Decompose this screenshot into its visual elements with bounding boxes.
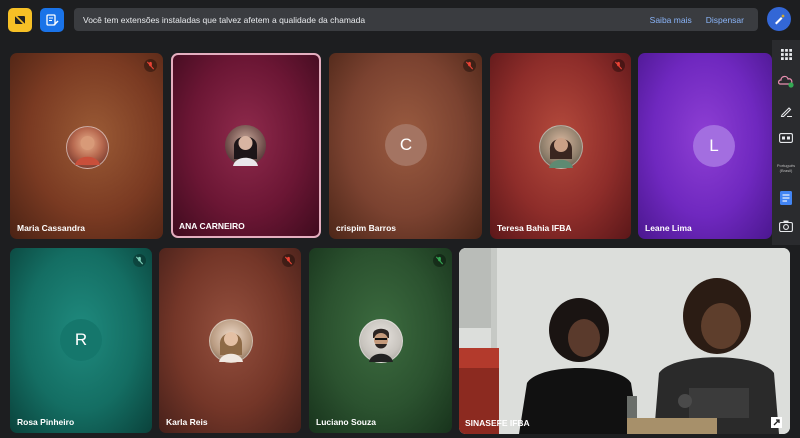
- avatar-initial: L: [709, 136, 719, 155]
- participant-name: crispim Barros: [336, 223, 396, 233]
- cloud-extension-icon: [778, 75, 794, 88]
- participant-tile[interactable]: Luciano Souza: [309, 248, 452, 433]
- avatar: [225, 125, 266, 166]
- participant-tile[interactable]: Karla Reis: [159, 248, 301, 433]
- avatar-initial: C: [399, 135, 413, 154]
- extensions-warning-banner: Você tem extensões instaladas que talvez…: [74, 8, 758, 31]
- cloud-extension-button[interactable]: [772, 66, 800, 96]
- apps-grid-icon: [780, 48, 792, 60]
- edit-doc-icon: [46, 14, 59, 26]
- notes-icon: [780, 191, 792, 205]
- participant-name: Maria Cassandra: [17, 223, 86, 233]
- profile-photo: [233, 136, 258, 166]
- apps-button[interactable]: [772, 42, 800, 66]
- muted-mic-icon: [463, 59, 476, 72]
- learn-more-link[interactable]: Saiba mais: [650, 15, 692, 25]
- initial-avatar: R: [60, 319, 102, 361]
- participant-tile[interactable]: Teresa Bahia IFBA: [490, 53, 631, 239]
- participant-tile[interactable]: R Rosa Pinheiro: [10, 248, 152, 433]
- participant-name: Luciano Souza: [316, 417, 376, 427]
- camera-video-feed: [459, 248, 790, 434]
- profile-photo: [219, 332, 243, 362]
- mic-on-icon: [433, 254, 446, 267]
- avatar: [66, 126, 109, 169]
- initial-avatar: C: [385, 124, 427, 166]
- participant-name: Teresa Bahia IFBA: [497, 223, 572, 233]
- captions-icon: [779, 133, 793, 143]
- banner-message: Você tem extensões instaladas que talvez…: [83, 14, 366, 25]
- screenshot-button[interactable]: [772, 212, 800, 240]
- participant-name: Karla Reis: [166, 417, 208, 427]
- draw-button[interactable]: [772, 96, 800, 124]
- avatar-initial: R: [74, 330, 88, 349]
- participant-tile[interactable]: Maria Cassandra: [10, 53, 163, 239]
- notes-button[interactable]: [772, 184, 800, 212]
- edit-extension-button[interactable]: [40, 8, 64, 32]
- assistant-button[interactable]: [767, 7, 791, 31]
- participant-tile[interactable]: L Leane Lima: [638, 53, 772, 239]
- participant-name: SINASEFE IFBA: [465, 418, 530, 428]
- video-tile[interactable]: SINASEFE IFBA: [459, 248, 790, 434]
- caption-language-button[interactable]: Português (Brasil): [772, 152, 800, 184]
- avatar: [209, 319, 253, 363]
- caption-language-label: Português (Brasil): [776, 163, 796, 173]
- profile-photo: [369, 328, 393, 362]
- expand-icon[interactable]: [771, 415, 782, 428]
- dismiss-link[interactable]: Dispensar: [706, 15, 744, 25]
- muted-mic-icon: [282, 254, 295, 267]
- participant-name: ANA CARNEIRO: [179, 221, 245, 231]
- camera-icon: [779, 220, 793, 232]
- pen-sparkle-icon: [775, 14, 785, 25]
- extension-button[interactable]: [8, 8, 32, 32]
- muted-mic-icon: [144, 59, 157, 72]
- pen-icon: [780, 106, 792, 117]
- participant-tile[interactable]: ANA CARNEIRO: [171, 53, 321, 238]
- profile-photo: [75, 136, 100, 165]
- muted-mic-icon: [133, 254, 146, 267]
- muted-mic-icon: [612, 59, 625, 72]
- no-camera-icon: [14, 14, 26, 26]
- avatar: [539, 125, 583, 169]
- profile-photo: [549, 138, 573, 168]
- avatar: [359, 319, 403, 363]
- captions-button[interactable]: [772, 124, 800, 152]
- participant-name: Rosa Pinheiro: [17, 417, 75, 427]
- side-toolbar: Português (Brasil): [772, 40, 800, 245]
- participant-tile[interactable]: C crispim Barros: [329, 53, 482, 239]
- initial-avatar: L: [693, 125, 735, 167]
- participant-name: Leane Lima: [645, 223, 692, 233]
